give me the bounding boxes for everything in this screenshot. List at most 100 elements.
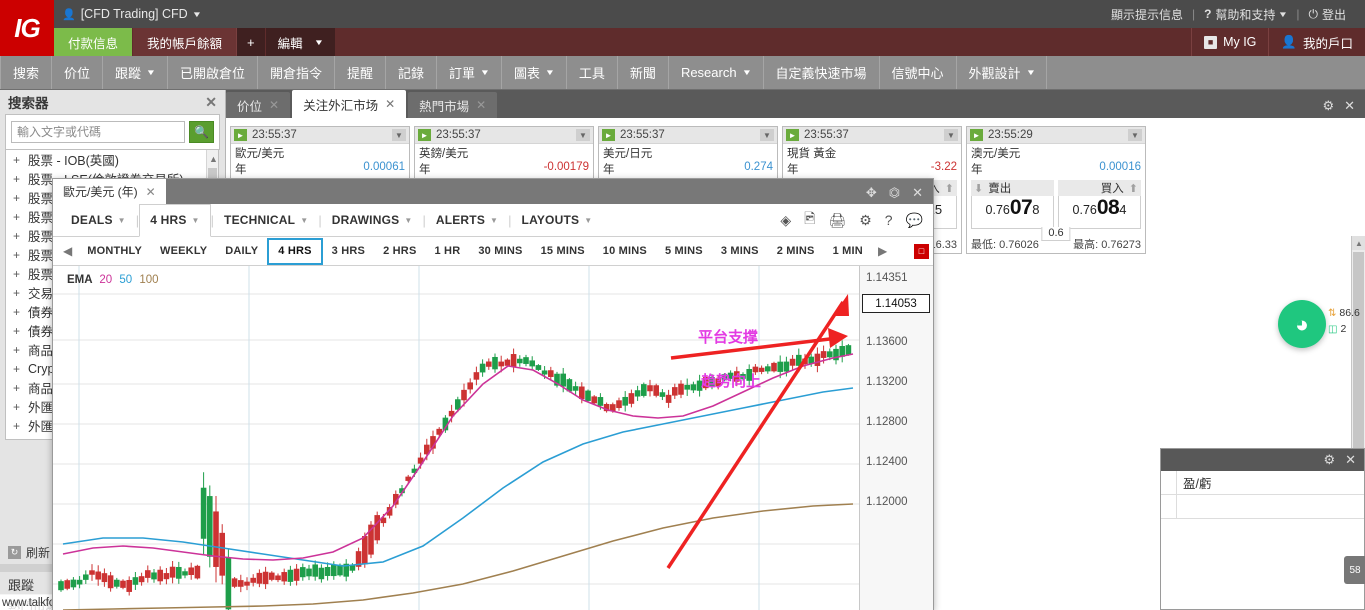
chart-toolbar-drawings[interactable]: DRAWINGS ▼ bbox=[322, 204, 423, 237]
close-icon[interactable]: ✕ bbox=[476, 98, 486, 112]
menu-item-8[interactable]: 圖表 ▼ bbox=[502, 56, 567, 89]
menu-item-0[interactable]: 搜索 bbox=[0, 56, 53, 89]
period-15-mins[interactable]: 15 MINS bbox=[532, 238, 594, 265]
gear-icon[interactable]: ⚙ bbox=[1322, 98, 1334, 114]
expand-plus-icon[interactable]: + bbox=[12, 210, 21, 224]
price-chart[interactable] bbox=[53, 266, 861, 610]
help-support-button[interactable]: ? 幫助和支持 ▼ bbox=[1195, 6, 1296, 23]
chart-toolbar-4-hrs[interactable]: 4 HRS ▼ bbox=[139, 203, 211, 237]
period-5-mins[interactable]: 5 MINS bbox=[656, 238, 712, 265]
play-icon[interactable]: ► bbox=[602, 129, 615, 141]
close-icon[interactable]: ✕ bbox=[1344, 98, 1355, 114]
workspace-tab-2[interactable]: 价位 ✕ bbox=[226, 92, 291, 118]
chevron-down-icon[interactable]: ▼ bbox=[760, 129, 774, 141]
play-icon[interactable]: ► bbox=[418, 129, 431, 141]
chevron-down-icon[interactable]: ▼ bbox=[576, 129, 590, 141]
chevron-down-icon[interactable]: ▼ bbox=[392, 129, 406, 141]
account-tab-balance[interactable]: 我的帳戶餘額 bbox=[133, 28, 238, 56]
menu-item-14[interactable]: 外觀設計 ▼ bbox=[957, 56, 1048, 89]
chevron-down-icon[interactable]: ▼ bbox=[1128, 129, 1142, 141]
menu-item-7[interactable]: 訂單 ▼ bbox=[437, 56, 502, 89]
period-1-min[interactable]: 1 MIN bbox=[824, 238, 872, 265]
close-icon[interactable]: ✕ bbox=[269, 98, 279, 112]
period-scroll-right-icon[interactable]: ▶ bbox=[872, 244, 893, 258]
period-30-mins[interactable]: 30 MINS bbox=[469, 238, 531, 265]
edit-accounts-button[interactable]: 編輯 ▼ bbox=[265, 28, 335, 56]
expand-plus-icon[interactable]: + bbox=[12, 305, 21, 319]
play-icon[interactable]: ► bbox=[234, 129, 247, 141]
network-status-widget[interactable]: ◕ bbox=[1278, 300, 1326, 348]
expand-icon[interactable]: ✥ bbox=[866, 185, 877, 201]
chart-toolbar-technical[interactable]: TECHNICAL ▼ bbox=[214, 204, 318, 237]
expand-plus-icon[interactable]: + bbox=[12, 419, 21, 433]
buy-price[interactable]: 0.76 08 4 bbox=[1058, 196, 1141, 230]
my-account-button[interactable]: 👤 我的戶口 bbox=[1268, 28, 1365, 56]
period-scroll-left-icon[interactable]: ◀ bbox=[57, 244, 78, 258]
close-icon[interactable]: ✕ bbox=[146, 185, 156, 199]
tree-item[interactable]: + 股票 - IOB(英國) bbox=[6, 150, 218, 169]
expand-plus-icon[interactable]: + bbox=[12, 438, 21, 440]
menu-item-9[interactable]: 工具 bbox=[567, 56, 618, 89]
menu-item-11[interactable]: Research ▼ bbox=[669, 56, 764, 89]
expand-plus-icon[interactable]: + bbox=[12, 400, 21, 414]
workspace-tab-1[interactable]: 关注外汇市场 ✕ bbox=[292, 90, 407, 118]
expand-plus-icon[interactable]: + bbox=[12, 191, 21, 205]
layers-icon[interactable]: ◈ bbox=[780, 212, 791, 229]
play-icon[interactable]: ► bbox=[786, 129, 799, 141]
expand-plus-icon[interactable]: + bbox=[12, 381, 21, 395]
menu-item-4[interactable]: 開倉指令 bbox=[258, 56, 335, 89]
menu-item-6[interactable]: 記錄 bbox=[386, 56, 438, 89]
period-1-hr[interactable]: 1 HR bbox=[425, 238, 469, 265]
fullscreen-icon[interactable]: □ bbox=[914, 243, 929, 259]
period-monthly[interactable]: MONTHLY bbox=[78, 238, 151, 265]
close-icon[interactable]: ✕ bbox=[1345, 452, 1356, 468]
chevron-down-icon[interactable]: ▼ bbox=[944, 129, 958, 141]
chart-toolbar-alerts[interactable]: ALERTS ▼ bbox=[426, 204, 508, 237]
search-button[interactable]: 🔍 bbox=[189, 121, 214, 143]
print-icon[interactable]: 🖨 bbox=[828, 212, 846, 229]
expand-plus-icon[interactable]: + bbox=[12, 229, 21, 243]
period-weekly[interactable]: WEEKLY bbox=[151, 238, 216, 265]
expand-plus-icon[interactable]: + bbox=[12, 153, 21, 167]
menu-item-12[interactable]: 自定義快速市場 bbox=[764, 56, 880, 89]
menu-item-3[interactable]: 已開啟倉位 bbox=[168, 56, 258, 89]
sell-column[interactable]: ⬇ 賣出 0.76 07 8 bbox=[971, 180, 1054, 230]
period-2-mins[interactable]: 2 MINS bbox=[768, 238, 824, 265]
close-icon[interactable]: ✕ bbox=[912, 185, 923, 201]
gear-icon[interactable]: ⚙ bbox=[1323, 452, 1335, 468]
period-2-hrs[interactable]: 2 HRS bbox=[374, 238, 425, 265]
menu-item-13[interactable]: 信號中心 bbox=[880, 56, 957, 89]
sell-price[interactable]: 0.76 07 8 bbox=[971, 196, 1054, 230]
period-3-hrs[interactable]: 3 HRS bbox=[323, 238, 374, 265]
help-icon[interactable]: ? bbox=[885, 212, 893, 228]
chart-tab[interactable]: 歐元/美元 (年) ✕ bbox=[53, 179, 166, 204]
period-daily[interactable]: DAILY bbox=[216, 238, 267, 265]
show-tips-button[interactable]: 顯示提示信息 bbox=[1102, 6, 1192, 23]
scroll-up-icon[interactable]: ▲ bbox=[209, 154, 218, 164]
edge-badge[interactable]: 58 bbox=[1344, 556, 1365, 584]
period-4-hrs[interactable]: 4 HRS bbox=[267, 237, 323, 265]
close-icon[interactable]: ✕ bbox=[385, 97, 395, 111]
menu-item-5[interactable]: 提醒 bbox=[335, 56, 387, 89]
image-icon[interactable]: 🖻 bbox=[804, 208, 815, 232]
menu-item-2[interactable]: 跟蹤 ▼ bbox=[103, 56, 168, 89]
comment-icon[interactable]: 💬 bbox=[906, 212, 923, 229]
menu-item-1[interactable]: 价位 bbox=[52, 56, 104, 89]
expand-plus-icon[interactable]: + bbox=[12, 324, 21, 338]
scroll-up-icon[interactable]: ▲ bbox=[1352, 236, 1365, 250]
period-10-mins[interactable]: 10 MINS bbox=[594, 238, 656, 265]
workspace-tab-0[interactable]: 熱門市場 ✕ bbox=[408, 92, 498, 118]
expand-plus-icon[interactable]: + bbox=[12, 362, 21, 376]
chart-toolbar-layouts[interactable]: LAYOUTS ▼ bbox=[512, 204, 603, 237]
account-selector[interactable]: 👤 [CFD Trading] CFD ▼ bbox=[62, 7, 202, 21]
logout-button[interactable]: ⏻ 登出 bbox=[1299, 6, 1355, 23]
period-3-mins[interactable]: 3 MINS bbox=[712, 238, 768, 265]
account-tab-payment[interactable]: 付款信息 bbox=[54, 28, 134, 56]
restore-icon[interactable]: ⏣ bbox=[889, 185, 900, 201]
price-tile[interactable]: ► 23:55:29 ▼ 澳元/美元年 0.00016 ⬇ 賣出 0.76 07 8 買入 ⬆ 0.76… bbox=[966, 126, 1146, 254]
add-account-button[interactable]: + bbox=[237, 28, 266, 56]
expand-plus-icon[interactable]: + bbox=[12, 267, 21, 281]
buy-column[interactable]: 買入 ⬆ 0.76 08 4 bbox=[1058, 180, 1141, 230]
gear-icon[interactable]: ⚙ bbox=[859, 212, 872, 229]
expand-plus-icon[interactable]: + bbox=[12, 286, 21, 300]
